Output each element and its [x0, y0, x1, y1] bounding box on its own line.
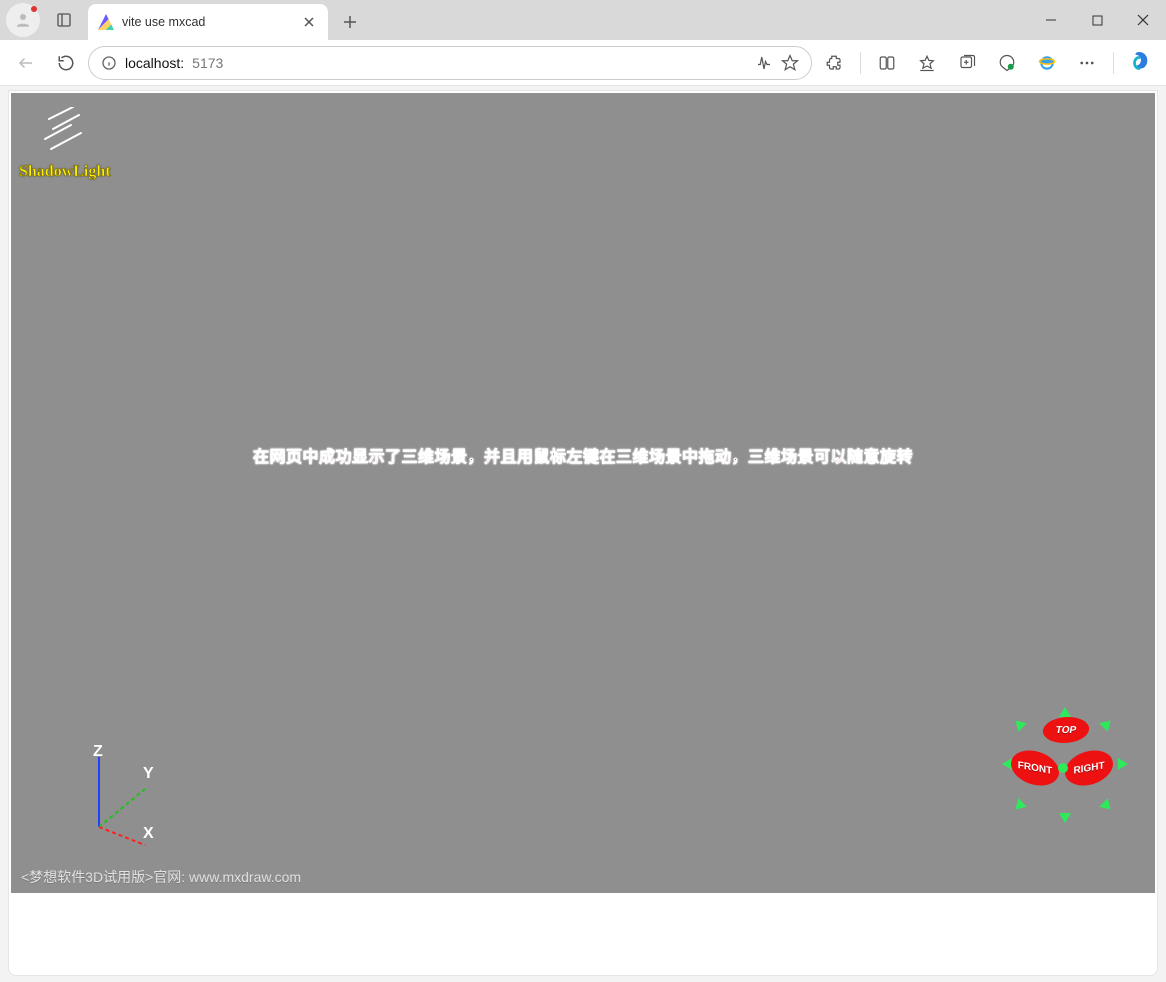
arrow-left-icon [17, 54, 35, 72]
favorite-button[interactable] [781, 54, 799, 72]
toolbar-separator [860, 52, 861, 74]
nav-refresh-button[interactable] [48, 45, 84, 81]
copilot-button[interactable] [1122, 45, 1158, 81]
more-button[interactable] [1069, 45, 1105, 81]
tab-close-button[interactable] [300, 13, 318, 31]
view-cube-top[interactable]: TOP [1041, 717, 1092, 743]
view-cube-center[interactable] [1058, 763, 1068, 773]
view-cube-arrow-sw[interactable] [1011, 798, 1027, 814]
axis-z-label: Z [93, 743, 103, 761]
window-controls [1028, 0, 1166, 40]
new-tab-button[interactable] [334, 6, 366, 38]
read-aloud-icon [755, 54, 773, 72]
extensions-button[interactable] [816, 45, 852, 81]
nav-back-button[interactable] [8, 45, 44, 81]
toolbar-separator [1113, 52, 1114, 74]
vite-favicon-icon [98, 14, 114, 30]
axis-y-label: Y [143, 765, 154, 783]
collections-button[interactable] [949, 45, 985, 81]
more-icon [1078, 54, 1096, 72]
maximize-button[interactable] [1074, 0, 1120, 40]
browser-tab[interactable]: vite use mxcad [88, 4, 328, 40]
ie-icon [1038, 54, 1056, 72]
close-icon [304, 17, 314, 27]
performance-icon [998, 54, 1016, 72]
view-cube-arrow-se[interactable] [1099, 798, 1115, 814]
tab-title: vite use mxcad [122, 15, 205, 29]
extensions-icon [825, 54, 843, 72]
read-aloud-button[interactable] [755, 54, 773, 72]
profile-button[interactable] [6, 3, 40, 37]
address-bar[interactable]: localhost: 5173 [88, 46, 812, 80]
plus-icon [343, 15, 357, 29]
tab-actions-button[interactable] [46, 3, 82, 37]
three-d-viewport[interactable]: ShadowLight 在网页中成功显示了三维场景，并且用鼠标左键在三维场景中拖… [11, 93, 1155, 893]
address-port: 5173 [192, 55, 223, 71]
shadowlight-label[interactable]: ShadowLight [19, 163, 111, 181]
minimize-button[interactable] [1028, 0, 1074, 40]
ie-mode-button[interactable] [1029, 45, 1065, 81]
star-icon [781, 54, 799, 72]
site-info-icon [101, 55, 117, 71]
view-cube-arrow-nw[interactable] [1011, 716, 1027, 732]
view-cube-arrow-ne[interactable] [1099, 716, 1115, 732]
axis-x-label: X [143, 825, 154, 843]
browser-essentials-button[interactable] [989, 45, 1025, 81]
view-cube-arrow-e[interactable] [1118, 758, 1128, 770]
refresh-icon [57, 54, 75, 72]
address-host: localhost: [125, 55, 184, 71]
split-screen-icon [878, 54, 896, 72]
view-cube-right[interactable]: RIGHT [1065, 747, 1113, 789]
browser-toolbar: localhost: 5173 [0, 40, 1166, 86]
axis-gizmo-icon [81, 749, 181, 849]
watermark-text: <梦想软件3D试用版>官网: www.mxdraw.com [21, 867, 301, 887]
view-cube[interactable]: TOP FRONT RIGHT [1005, 713, 1125, 833]
minimize-icon [1045, 14, 1057, 26]
view-cube-arrow-n[interactable] [1059, 707, 1071, 717]
scene-annotation: 在网页中成功显示了三维场景，并且用鼠标左键在三维场景中拖动，三维场景可以随意旋转 [11, 443, 1155, 467]
page-content: ShadowLight 在网页中成功显示了三维场景，并且用鼠标左键在三维场景中拖… [8, 90, 1158, 976]
view-cube-arrow-s[interactable] [1059, 813, 1071, 823]
window-close-button[interactable] [1120, 0, 1166, 40]
workspaces-icon [56, 12, 72, 28]
favorites-icon [918, 54, 936, 72]
favorites-button[interactable] [909, 45, 945, 81]
maximize-icon [1092, 15, 1103, 26]
titlebar: vite use mxcad [0, 0, 1166, 40]
person-icon [14, 11, 32, 29]
view-cube-front[interactable]: FRONT [1011, 747, 1059, 789]
close-icon [1137, 14, 1149, 26]
collections-icon [958, 54, 976, 72]
copilot-icon [1129, 52, 1151, 74]
axis-gizmo[interactable]: Z Y X [81, 749, 181, 849]
shadowlight-glyph-icon [39, 107, 99, 155]
split-screen-button[interactable] [869, 45, 905, 81]
